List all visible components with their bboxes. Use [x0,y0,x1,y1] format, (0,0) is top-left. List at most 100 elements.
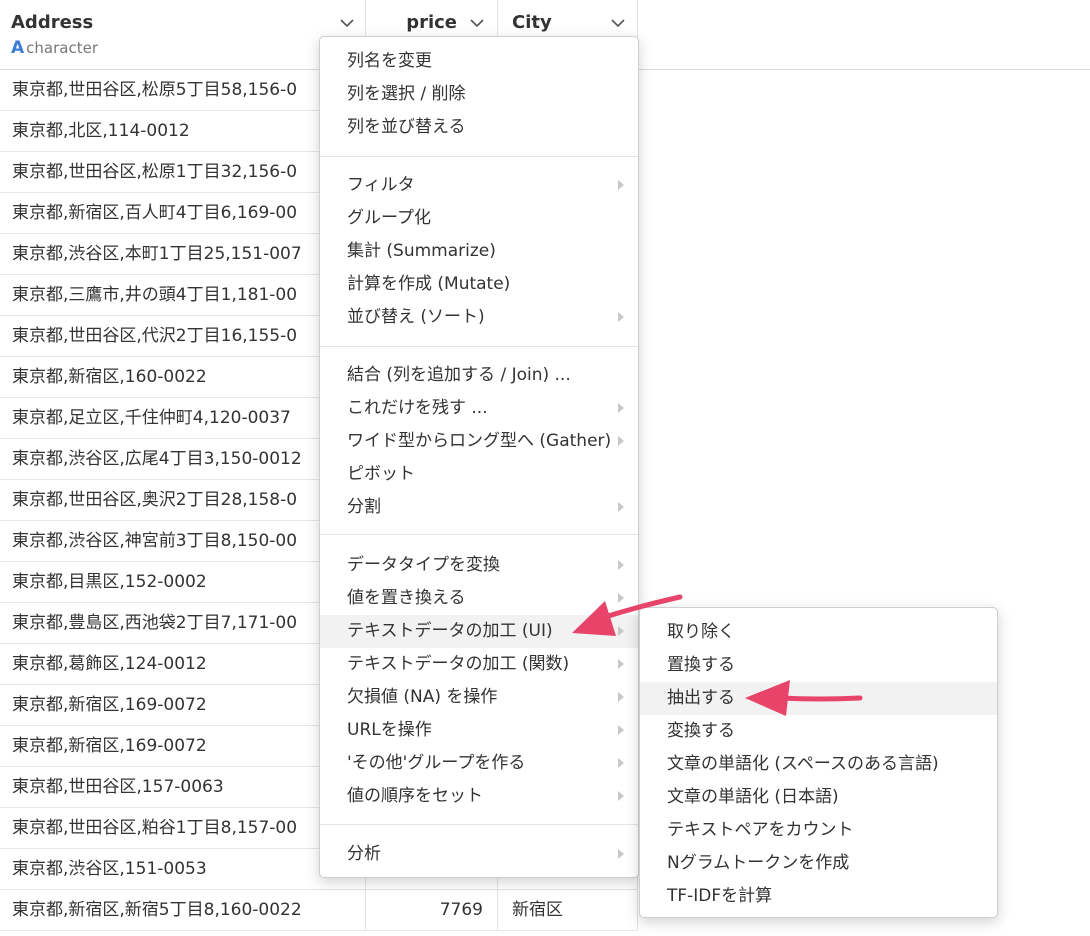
submenu-arrow-icon [618,725,624,735]
cell-address: 東京都,渋谷区,本町1丁目25,151-007 [0,234,366,275]
character-type-icon: A [11,38,25,58]
menu-item-label: 結合 (列を追加する / Join) ... [347,365,571,385]
submenu-arrow-icon [618,180,624,190]
menu-item-label: 列を並び替える [347,117,466,137]
cell-address: 東京都,渋谷区,神宮前3丁目8,150-00 [0,521,366,562]
menu-item-label: 集計 (Summarize) [347,241,496,261]
cell-address: 東京都,世田谷区,松原1丁目32,156-0 [0,152,366,193]
cell-address: 東京都,世田谷区,奥沢2丁目28,158-0 [0,480,366,521]
menu-item[interactable]: 列を選択 / 削除 [320,78,638,111]
cell-address: 東京都,足立区,千住仲町4,120-0037 [0,398,366,439]
cell-address: 東京都,北区,114-0012 [0,111,366,152]
cell-address: 東京都,新宿区,169-0072 [0,685,366,726]
menu-item[interactable]: 分割 [320,491,638,524]
menu-item-label: 'その他'グループを作る [347,753,526,773]
menu-item[interactable]: データタイプを変換 [320,549,638,582]
submenu-arrow-icon [618,312,624,322]
column-context-menu: 列名を変更列を選択 / 削除 列を並び替える フィルタグループ化集計 (Summar… [319,36,639,878]
menu-item[interactable]: 結合 (列を追加する / Join) ... [320,359,638,392]
submenu-item-label: テキストペアをカウント [667,820,854,840]
submenu-arrow-icon [618,791,624,801]
submenu-item-label: Nグラムトークンを作成 [667,853,850,873]
submenu-item[interactable]: 置換する [640,649,997,682]
menu-item[interactable]: 欠損値 (NA) を操作 [320,681,638,714]
column-type: Acharacter [11,38,98,58]
text-processing-submenu: 取り除く置換する抽出する変換する 文章の単語化 (スペースのある言語) 文章の単語化… [639,607,998,918]
submenu-arrow-icon [618,692,624,702]
submenu-item[interactable]: 取り除く [640,616,997,649]
menu-item[interactable]: 列を並び替える [320,111,638,144]
menu-item[interactable]: これだけを残す ... [320,392,638,425]
menu-item[interactable]: 計算を作成 (Mutate) [320,268,638,301]
chevron-down-icon[interactable] [339,15,355,31]
menu-separator [320,534,638,535]
menu-item[interactable]: グループ化 [320,202,638,235]
menu-item[interactable]: 値を置き換える [320,582,638,615]
menu-item-label: 列名を変更 [347,51,432,71]
column-name: City [512,12,552,33]
menu-item[interactable]: 集計 (Summarize) [320,235,638,268]
menu-item[interactable]: 'その他'グループを作る [320,747,638,780]
column-type-label: character [26,39,99,57]
column-name: price [406,12,457,33]
column-header-address[interactable]: Address Acharacter [0,0,366,70]
cell-price: 7769 [366,890,498,931]
submenu-item[interactable]: 抽出する [640,682,997,715]
submenu-arrow-icon [618,593,624,603]
chevron-down-icon[interactable] [469,15,485,31]
menu-item-label: ピボット [347,464,415,484]
submenu-arrow-icon [618,436,624,446]
submenu-item-label: TF-IDFを計算 [667,886,773,906]
chevron-down-icon[interactable] [610,15,626,31]
menu-item[interactable]: 並び替え (ソート) [320,301,638,334]
submenu-item[interactable]: Nグラムトークンを作成 [640,847,997,880]
menu-item-label: テキストデータの加工 (UI) [347,621,553,641]
submenu-item-label: 置換する [667,655,735,675]
cell-address: 東京都,目黒区,152-0002 [0,562,366,603]
submenu-item-label: 文章の単語化 (日本語) [667,787,839,807]
submenu-arrow-icon [618,849,624,859]
menu-item[interactable]: URLを操作 [320,714,638,747]
submenu-arrow-icon [618,758,624,768]
menu-separator [320,824,638,825]
cell-address: 東京都,葛飾区,124-0012 [0,644,366,685]
menu-item-label: 並び替え (ソート) [347,307,485,327]
submenu-arrow-icon [618,403,624,413]
menu-item[interactable]: テキストデータの加工 (関数) [320,648,638,681]
submenu-item[interactable]: 文章の単語化 (スペースのある言語) [640,748,997,781]
submenu-item[interactable]: TF-IDFを計算 [640,880,997,913]
cell-address: 東京都,新宿区,百人町4丁目6,169-00 [0,193,366,234]
menu-item[interactable]: テキストデータの加工 (UI) [320,615,638,648]
cell-address: 東京都,世田谷区,松原5丁目58,156-0 [0,70,366,111]
menu-item[interactable]: ワイド型からロング型へ (Gather) [320,425,638,458]
submenu-arrow-icon [618,626,624,636]
menu-item[interactable]: フィルタ [320,169,638,202]
submenu-arrow-icon [618,659,624,669]
menu-separator [320,156,638,157]
menu-item-label: URLを操作 [347,720,432,740]
menu-separator [320,346,638,347]
cell-address: 東京都,新宿区,新宿5丁目8,160-0022 [0,890,366,931]
menu-item[interactable]: 列名を変更 [320,45,638,78]
menu-item[interactable]: 分析 [320,838,638,871]
submenu-item[interactable]: テキストペアをカウント [640,814,997,847]
column-name: Address [11,12,94,33]
cell-address: 東京都,渋谷区,151-0053 [0,849,366,890]
menu-item-label: 列を選択 / 削除 [347,84,466,104]
cell-address: 東京都,三鷹市,井の頭4丁目1,181-00 [0,275,366,316]
menu-item[interactable]: 値の順序をセット [320,780,638,813]
menu-item-label: ワイド型からロング型へ (Gather) [347,431,612,451]
menu-item-label: テキストデータの加工 (関数) [347,654,570,674]
menu-item-label: 値の順序をセット [347,786,483,806]
menu-item-label: フィルタ [347,175,415,195]
submenu-item-label: 抽出する [667,688,735,708]
submenu-item[interactable]: 変換する [640,715,997,748]
menu-item-label: 欠損値 (NA) を操作 [347,687,498,707]
menu-item[interactable]: ピボット [320,458,638,491]
submenu-item[interactable]: 文章の単語化 (日本語) [640,781,997,814]
submenu-item-label: 取り除く [667,622,735,642]
menu-item-label: 計算を作成 (Mutate) [347,274,511,294]
menu-item-label: 値を置き換える [347,588,466,608]
table-row: 東京都,新宿区,新宿5丁目8,160-0022 7769 新宿区 [0,890,638,931]
menu-item-label: これだけを残す ... [347,398,488,418]
